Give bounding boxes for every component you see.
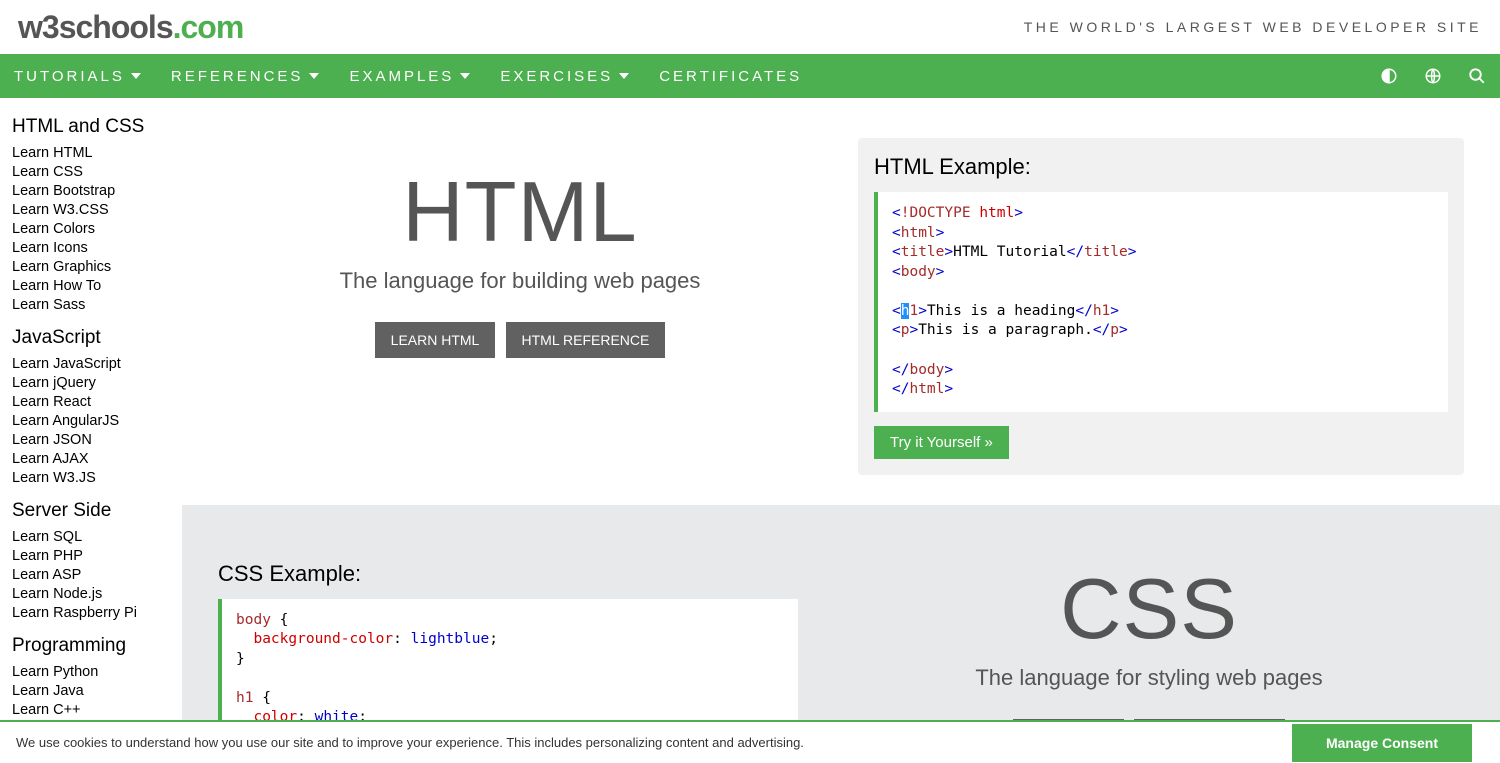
nav-label: CERTIFICATES (659, 68, 802, 85)
sidebar-link[interactable]: Learn HTML (12, 144, 168, 163)
sidebar-group-title: Server Side (12, 500, 168, 522)
sidebar-link[interactable]: Learn JSON (12, 431, 168, 450)
globe-icon[interactable] (1424, 67, 1442, 85)
sidebar-link[interactable]: Learn Python (12, 663, 168, 682)
sidebar-link[interactable]: Learn Icons (12, 239, 168, 258)
html-reference-button[interactable]: HTML REFERENCE (506, 322, 666, 358)
css-subtitle: The language for styling web pages (798, 665, 1500, 691)
html-subtitle: The language for building web pages (182, 268, 858, 294)
nav-label: EXERCISES (500, 68, 613, 85)
logo-dotcom: .com (173, 9, 244, 45)
sidebar-group-title: Programming (12, 635, 168, 657)
html-code-box: <!DOCTYPE html> <html> <title>HTML Tutor… (874, 192, 1448, 412)
css-example-heading: CSS Example: (218, 561, 798, 587)
logo-text: w3schools (18, 9, 173, 45)
sidebar-link[interactable]: Learn Bootstrap (12, 182, 168, 201)
sidebar-link[interactable]: Learn C++ (12, 701, 168, 720)
sidebar-link[interactable]: Learn PHP (12, 547, 168, 566)
html-example-panel: HTML Example: <!DOCTYPE html> <html> <ti… (858, 138, 1464, 475)
manage-consent-button[interactable]: Manage Consent (1292, 724, 1472, 762)
sidebar-link[interactable]: Learn Node.js (12, 585, 168, 604)
caret-icon (131, 73, 141, 79)
topnav-left: TUTORIALS REFERENCES EXAMPLES EXERCISES … (14, 68, 802, 85)
logo[interactable]: w3schools.com (18, 9, 243, 46)
sidebar-link[interactable]: Learn React (12, 393, 168, 412)
nav-label: REFERENCES (171, 68, 304, 85)
cookie-bar: We use cookies to understand how you use… (0, 720, 1500, 763)
nav-label: TUTORIALS (14, 68, 125, 85)
learn-html-button[interactable]: LEARN HTML (375, 322, 496, 358)
caret-icon (460, 73, 470, 79)
sidebar-link[interactable]: Learn How To (12, 277, 168, 296)
sidebar-group-title: HTML and CSS (12, 116, 168, 138)
html-title: HTML (182, 164, 858, 262)
topnav-right (1380, 67, 1486, 85)
sidebar-link[interactable]: Learn Java (12, 682, 168, 701)
css-title: CSS (798, 561, 1500, 659)
caret-icon (619, 73, 629, 79)
nav-label: EXAMPLES (349, 68, 454, 85)
header: w3schools.com THE WORLD'S LARGEST WEB DE… (0, 0, 1500, 54)
sidebar-link[interactable]: Learn ASP (12, 566, 168, 585)
nav-tutorials[interactable]: TUTORIALS (14, 68, 141, 85)
nav-exercises[interactable]: EXERCISES (500, 68, 629, 85)
topnav: TUTORIALS REFERENCES EXAMPLES EXERCISES … (0, 54, 1500, 98)
sidebar-link[interactable]: Learn AJAX (12, 450, 168, 469)
search-icon[interactable] (1468, 67, 1486, 85)
try-yourself-button[interactable]: Try it Yourself » (874, 426, 1009, 459)
sidebar-link[interactable]: Learn Colors (12, 220, 168, 239)
sidebar-link[interactable]: Learn CSS (12, 163, 168, 182)
sidebar-link[interactable]: Learn W3.CSS (12, 201, 168, 220)
html-intro: HTML The language for building web pages… (182, 98, 858, 505)
sidebar: HTML and CSS Learn HTMLLearn CSSLearn Boo… (0, 98, 182, 763)
nav-references[interactable]: REFERENCES (171, 68, 320, 85)
sidebar-link[interactable]: Learn W3.JS (12, 469, 168, 488)
tagline: THE WORLD'S LARGEST WEB DEVELOPER SITE (1024, 19, 1482, 35)
nav-examples[interactable]: EXAMPLES (349, 68, 470, 85)
section-html: HTML The language for building web pages… (182, 98, 1500, 505)
sidebar-link[interactable]: Learn AngularJS (12, 412, 168, 431)
cookie-text: We use cookies to understand how you use… (16, 735, 804, 750)
theme-toggle-icon[interactable] (1380, 67, 1398, 85)
sidebar-link[interactable]: Learn Graphics (12, 258, 168, 277)
caret-icon (309, 73, 319, 79)
html-example-heading: HTML Example: (874, 154, 1448, 180)
sidebar-group-title: JavaScript (12, 327, 168, 349)
css-code-box: body { background-color: lightblue; } h1… (218, 599, 798, 740)
sidebar-link[interactable]: Learn jQuery (12, 374, 168, 393)
main-content: HTML The language for building web pages… (182, 98, 1500, 763)
nav-certificates[interactable]: CERTIFICATES (659, 68, 802, 85)
sidebar-link[interactable]: Learn Sass (12, 296, 168, 315)
sidebar-link[interactable]: Learn JavaScript (12, 355, 168, 374)
sidebar-link[interactable]: Learn SQL (12, 528, 168, 547)
sidebar-link[interactable]: Learn Raspberry Pi (12, 604, 168, 623)
